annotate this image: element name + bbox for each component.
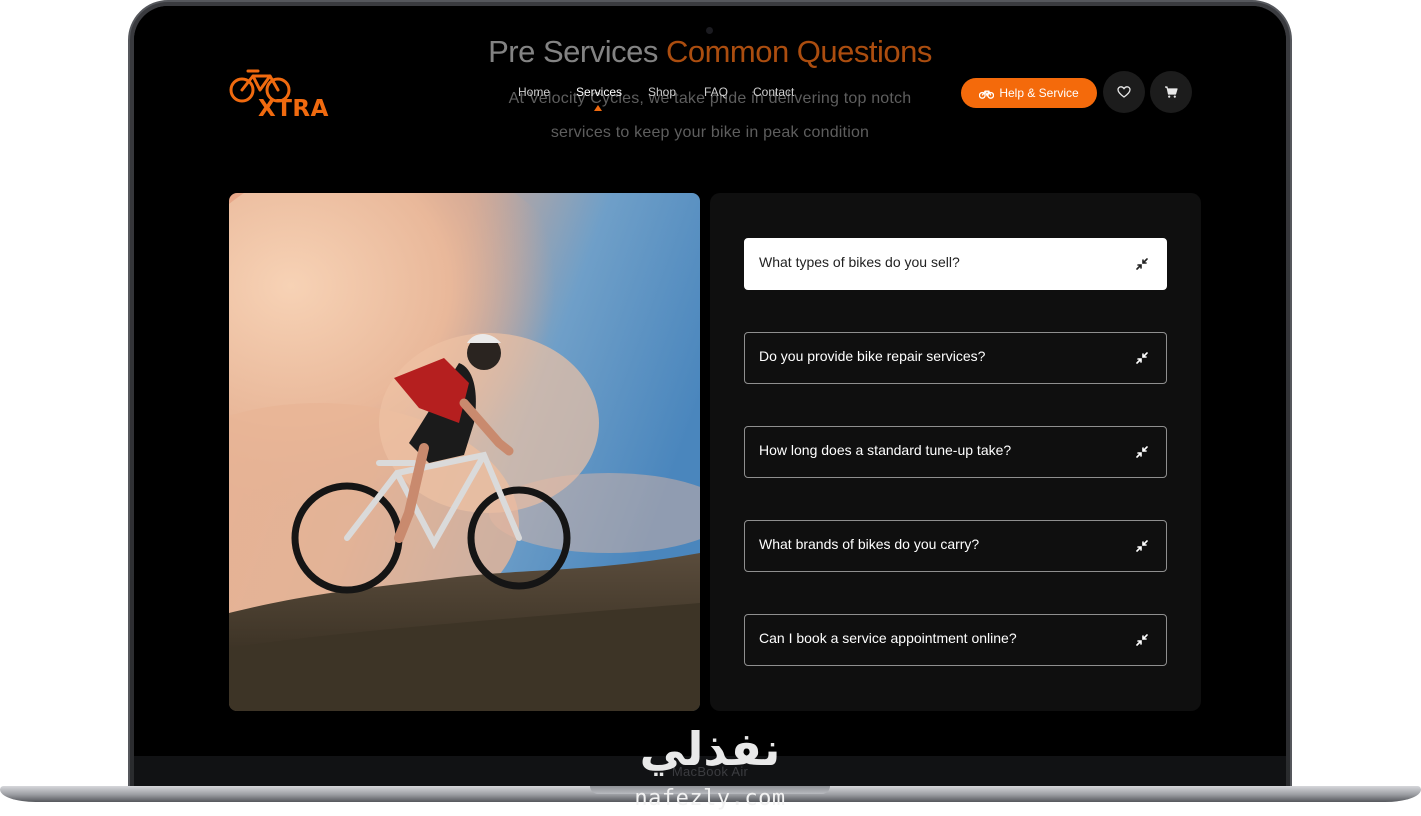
nav-item-contact[interactable]: Contact (753, 85, 794, 99)
nav-item-services[interactable]: Services (576, 85, 622, 99)
faq-question: Can I book a service appointment online? (759, 630, 1017, 646)
watermark-arabic: نفذلي (639, 722, 781, 776)
section-heading: Pre Services Common Questions (134, 34, 1286, 70)
collapse-arrows-icon[interactable] (1136, 540, 1148, 552)
nav-item-faq[interactable]: FAQ (704, 85, 728, 99)
laptop-screen: Pre Services Common Questions At Velocit… (134, 6, 1286, 756)
nav-item-home[interactable]: Home (518, 85, 550, 99)
faq-item[interactable]: What brands of bikes do you carry? (744, 520, 1167, 572)
cart-button[interactable] (1150, 71, 1192, 113)
webcam (706, 27, 713, 34)
cart-icon (1165, 86, 1178, 98)
help-service-label: Help & Service (999, 86, 1079, 100)
faq-question: Do you provide bike repair services? (759, 348, 986, 364)
collapse-arrows-icon[interactable] (1136, 446, 1148, 458)
faq-panel: What types of bikes do you sell? Do you … (710, 193, 1201, 711)
faq-item[interactable]: How long does a standard tune-up take? (744, 426, 1167, 478)
bicycle-icon (979, 90, 995, 99)
section-heading-accent: Common Questions (665, 34, 932, 69)
cyclist-photo (229, 193, 700, 711)
collapse-arrows-icon[interactable] (1136, 352, 1148, 364)
faq-item[interactable]: What types of bikes do you sell? (744, 238, 1167, 290)
wishlist-button[interactable] (1103, 71, 1145, 113)
active-nav-indicator (594, 105, 602, 111)
collapse-arrows-icon[interactable] (1136, 258, 1148, 270)
faq-question: How long does a standard tune-up take? (759, 442, 1012, 458)
mountain-biker-image (229, 193, 700, 711)
brand-logo[interactable]: XTRA (228, 66, 328, 126)
help-service-button[interactable]: Help & Service (961, 78, 1097, 108)
nav-item-shop[interactable]: Shop (648, 85, 676, 99)
faq-item[interactable]: Do you provide bike repair services? (744, 332, 1167, 384)
heart-icon (1117, 86, 1131, 98)
collapse-arrows-icon[interactable] (1136, 634, 1148, 646)
faq-item[interactable]: Can I book a service appointment online? (744, 614, 1167, 666)
brand-name: XTRA (258, 96, 329, 122)
faq-question: What brands of bikes do you carry? (759, 536, 980, 552)
watermark-latin: nafezly.com (634, 786, 786, 811)
section-heading-plain: Pre Services (488, 34, 666, 69)
faq-question: What types of bikes do you sell? (759, 254, 960, 270)
